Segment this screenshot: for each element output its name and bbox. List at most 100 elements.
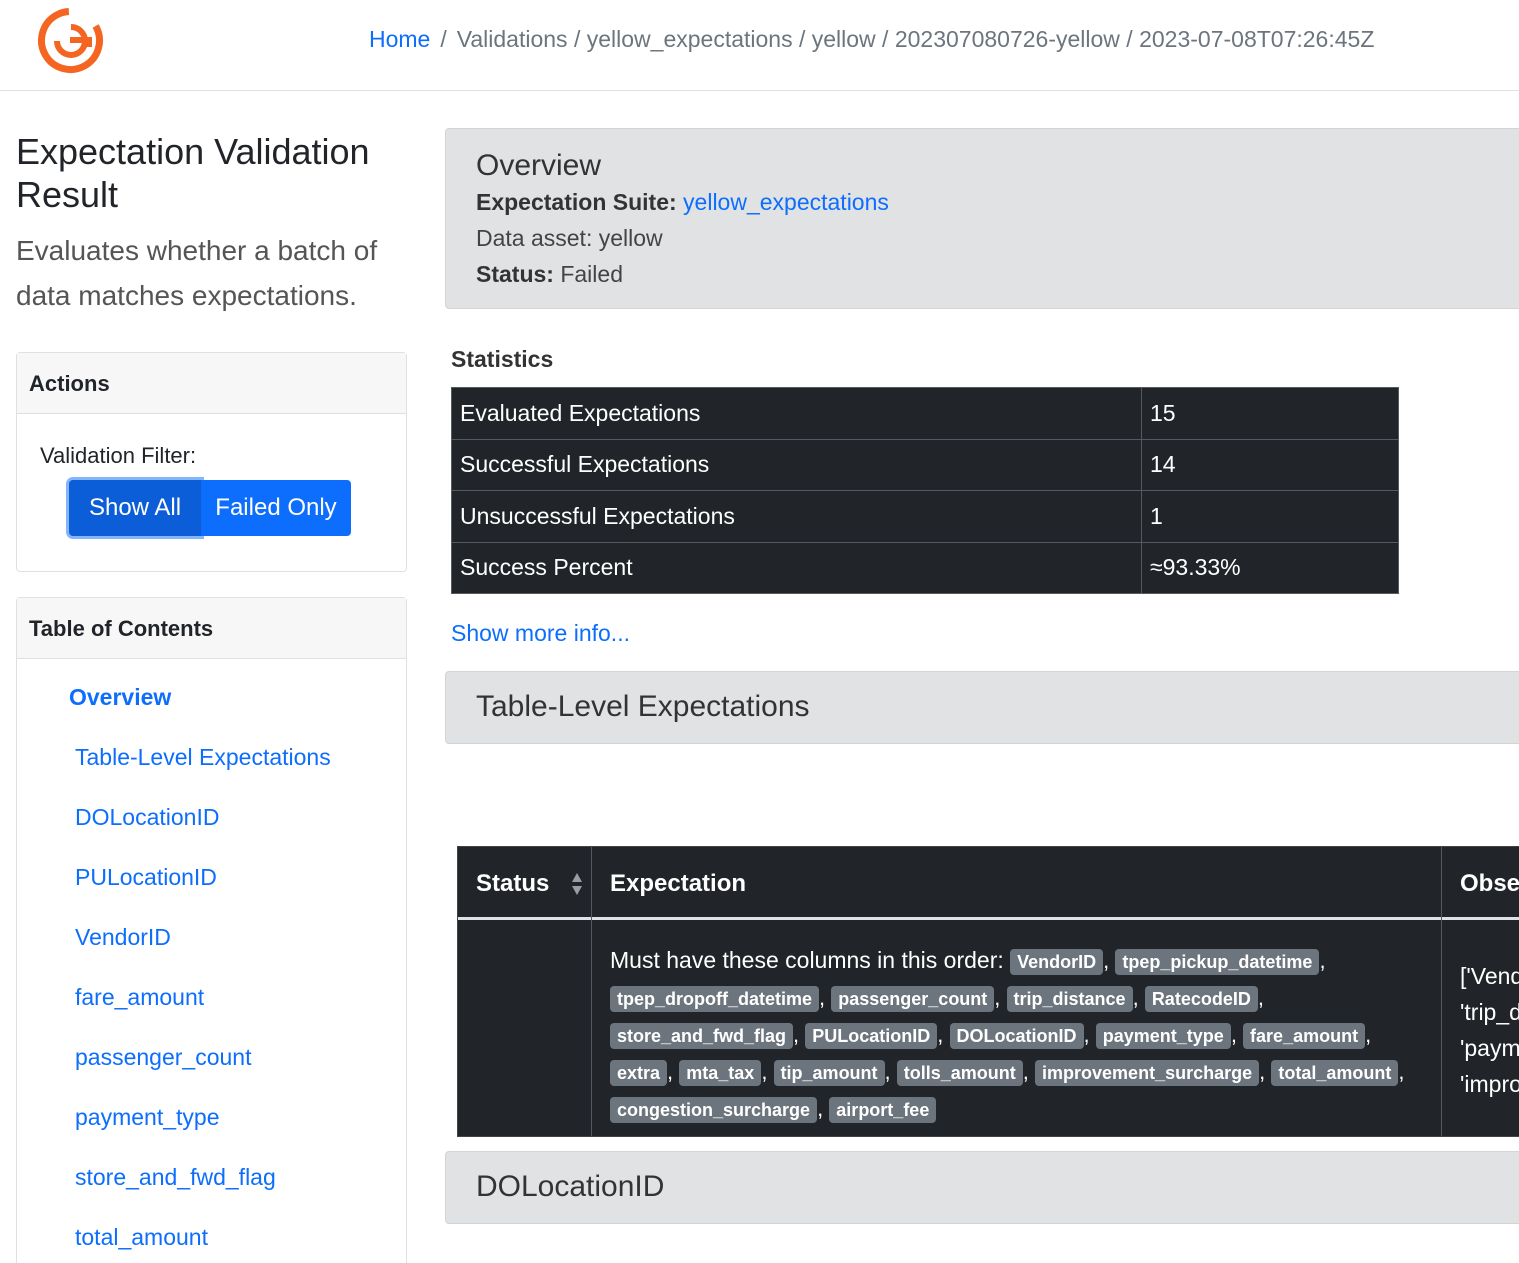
status-column-header[interactable]: Status — [458, 847, 592, 920]
observed-value-line: 'improvement_surcharge', — [1460, 1071, 1519, 1097]
breadcrumb-item: yellow — [811, 26, 876, 52]
section-title: DOLocationID — [476, 1170, 665, 1203]
breadcrumb-item: Validations — [456, 26, 568, 52]
table-row: Success Percent ≈93.33% — [451, 541, 1399, 594]
status-header-label: Status — [476, 870, 550, 897]
status-line: Status: Failed — [476, 261, 623, 288]
column-badge: total_amount — [1271, 1059, 1399, 1086]
toc-link[interactable]: total_amount — [75, 1224, 208, 1250]
status-value: Failed — [560, 261, 623, 287]
section-title: Table-Level Expectations — [476, 690, 810, 723]
column-badge: passenger_count — [831, 985, 995, 1012]
table-row: Successful Expectations 14 — [451, 438, 1399, 491]
observed-value-line: 'payment_type', — [1460, 1035, 1519, 1061]
actions-card-header: Actions — [17, 353, 406, 414]
stat-value: ≈93.33% — [1141, 541, 1399, 594]
show-more-info-link[interactable]: Show more info... — [451, 620, 630, 647]
expectation-cell: Must have these columns in this order: V… — [592, 920, 1442, 1136]
column-badge: improvement_surcharge — [1035, 1059, 1260, 1086]
show-all-button[interactable]: Show All — [69, 480, 201, 536]
toc-link[interactable]: Overview — [69, 684, 171, 710]
great-expectations-logo-icon[interactable] — [37, 7, 104, 74]
toc-item-dolocationid: DOLocationID — [17, 779, 406, 839]
observed-value-line: 'trip_distance', — [1460, 999, 1519, 1025]
breadcrumb-item: 2023-07-08T07:26:45Z — [1139, 26, 1375, 52]
column-badge: congestion_surcharge — [610, 1096, 818, 1123]
status-label: Status: — [476, 261, 554, 287]
column-badge: store_and_fwd_flag — [610, 1022, 794, 1049]
toc-item-overview: Overview — [17, 659, 406, 719]
stat-value: 1 — [1141, 490, 1399, 543]
page-title: Expectation Validation Result — [16, 131, 370, 215]
toc-link[interactable]: passenger_count — [75, 1044, 251, 1070]
toc-link[interactable]: DOLocationID — [75, 804, 219, 830]
statistics-table: Evaluated Expectations 15 Successful Exp… — [451, 387, 1399, 594]
data-asset-value: yellow — [598, 225, 663, 251]
column-badge: tolls_amount — [896, 1059, 1023, 1086]
failed-only-button[interactable]: Failed Only — [201, 480, 351, 536]
expectation-column-header[interactable]: Expectation — [592, 847, 1442, 920]
observed-value-line: ['VendorID', — [1460, 963, 1519, 989]
expectations-table: Status Expectation Observed Value Must h… — [457, 846, 1519, 1137]
toc-item-pulocationid: PULocationID — [17, 839, 406, 899]
column-badge: trip_distance — [1006, 985, 1133, 1012]
column-badge: fare_amount — [1243, 1022, 1366, 1049]
data-asset-label: Data asset: — [476, 225, 593, 251]
stat-label: Successful Expectations — [451, 438, 1142, 491]
toc-item-total-amount: total_amount — [17, 1199, 406, 1259]
statistics-title: Statistics — [451, 346, 554, 372]
table-level-expectations-section: Table-Level Expectations — [445, 671, 1519, 744]
toc-item-vendorid: VendorID — [17, 899, 406, 959]
toc-link[interactable]: Table-Level Expectations — [75, 744, 331, 770]
toc-link[interactable]: PULocationID — [75, 864, 217, 890]
table-row: Unsuccessful Expectations 1 — [451, 490, 1399, 543]
toc-item-payment-type: payment_type — [17, 1079, 406, 1139]
column-badge: RatecodeID — [1144, 985, 1258, 1012]
toc-item-store-and-fwd-flag: store_and_fwd_flag — [17, 1139, 406, 1199]
toc-link[interactable]: VendorID — [75, 924, 171, 950]
expectation-suite-link[interactable]: yellow_expectations — [683, 189, 889, 215]
breadcrumb: Home / Validations / yellow_expectations /… — [369, 26, 1375, 52]
column-badge: PULocationID — [805, 1022, 938, 1049]
breadcrumb-home-link[interactable]: Home — [369, 26, 430, 52]
toc-link[interactable]: store_and_fwd_flag — [75, 1164, 276, 1190]
stat-value: 15 — [1141, 387, 1399, 440]
stat-label: Unsuccessful Expectations — [451, 490, 1142, 543]
stat-label: Evaluated Expectations — [451, 387, 1142, 440]
toc-card-header: Table of Contents — [17, 598, 406, 659]
data-asset-line: Data asset: yellow — [476, 225, 663, 252]
column-badge: payment_type — [1095, 1022, 1231, 1049]
observed-value-cell: ['VendorID', 'trip_distance', 'payment_t… — [1442, 958, 1519, 1102]
toc-item-passenger-count: passenger_count — [17, 1019, 406, 1079]
expectation-intro-text: Must have these columns in this order: — [610, 947, 1004, 973]
column-badge: mta_tax — [679, 1059, 762, 1086]
breadcrumb-item: yellow_expectations — [586, 26, 793, 52]
top-navbar: Home / Validations / yellow_expectations /… — [0, 0, 1519, 91]
toc-list: Overview Table-Level Expectations DOLoca… — [17, 659, 406, 1259]
stat-value: 14 — [1141, 438, 1399, 491]
table-row: Must have these columns in this order: V… — [458, 920, 1519, 1136]
table-of-contents-card: Table of Contents Overview Table-Level E… — [16, 597, 407, 1263]
breadcrumb-separator: / — [440, 26, 447, 52]
expectation-suite-line: Expectation Suite: yellow_expectations — [476, 189, 889, 216]
column-badge: airport_fee — [829, 1096, 937, 1123]
expectation-suite-label: Expectation Suite: — [476, 189, 677, 215]
stat-label: Success Percent — [451, 541, 1142, 594]
table-row: Evaluated Expectations 15 — [451, 387, 1399, 440]
validation-filter-label: Validation Filter: — [40, 443, 197, 468]
page-lead: Evaluates whether a batch of data matche… — [16, 235, 378, 311]
column-badge: tpep_dropoff_datetime — [610, 985, 820, 1012]
toc-item-table-level: Table-Level Expectations — [17, 719, 406, 779]
dolocationid-section: DOLocationID — [445, 1151, 1519, 1224]
overview-section: Overview Expectation Suite: yellow_expec… — [445, 128, 1519, 309]
column-badge: DOLocationID — [949, 1022, 1084, 1049]
observed-value-column-header[interactable]: Observed Value — [1442, 847, 1519, 920]
column-badge: VendorID — [1010, 948, 1104, 975]
validation-filter-button-group: Show All Failed Only — [69, 480, 351, 536]
toc-link[interactable]: payment_type — [75, 1104, 219, 1130]
toc-link[interactable]: fare_amount — [75, 984, 204, 1010]
actions-card: Actions Validation Filter: Show All Fail… — [16, 352, 407, 572]
sort-icon[interactable] — [571, 871, 583, 897]
column-badge: extra — [610, 1059, 668, 1086]
status-cell — [458, 920, 592, 1136]
